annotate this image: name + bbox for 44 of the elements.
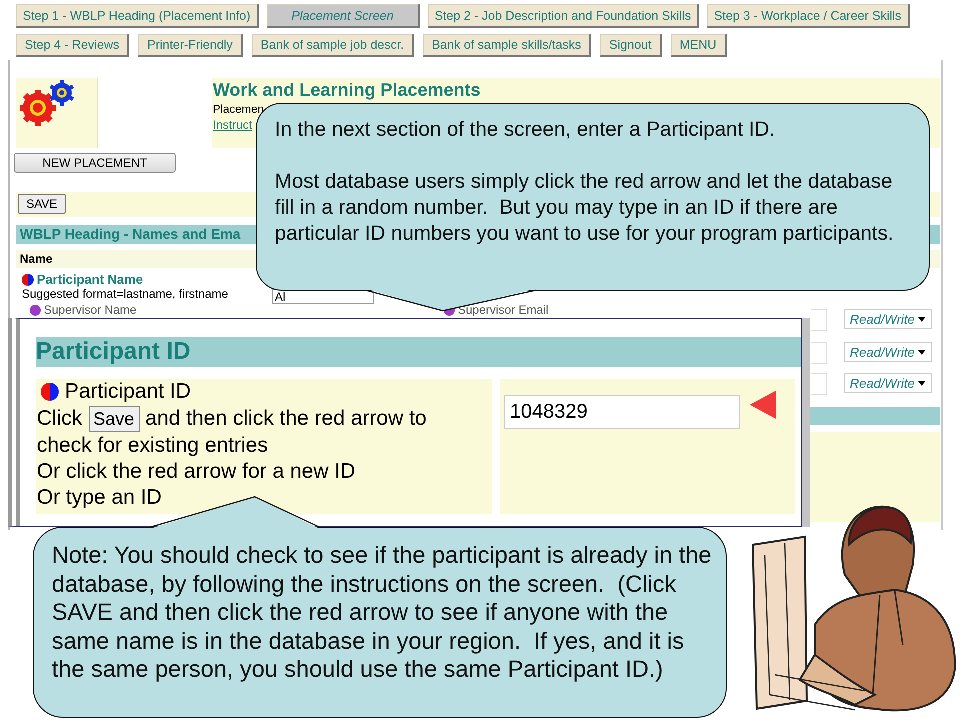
page-title: Work and Learning Placements bbox=[213, 80, 482, 101]
instruction-text: check for existing entries bbox=[37, 433, 270, 459]
nav-tab[interactable]: Step 4 - Reviews bbox=[16, 34, 130, 57]
caret-icon bbox=[918, 380, 926, 386]
nav-tab[interactable]: Bank of sample skills/tasks bbox=[423, 34, 592, 57]
access-dropdown[interactable]: Read/Write bbox=[844, 342, 932, 362]
caret-icon bbox=[918, 316, 926, 322]
caret-icon bbox=[918, 350, 926, 354]
dot-icon bbox=[41, 383, 59, 401]
field-label: Supervisor Email bbox=[458, 303, 549, 317]
triangle-arrow-icon bbox=[750, 391, 776, 419]
column-heading: Name bbox=[20, 252, 53, 266]
instruction-text: Or click the red arrow for a new ID bbox=[37, 459, 357, 485]
new-placement-button[interactable]: NEW PLACEMENT bbox=[14, 153, 176, 173]
section-heading: Participant ID bbox=[36, 337, 801, 367]
nav-tab[interactable]: Step 3 - Workplace / Career Skills bbox=[707, 4, 910, 28]
text-field[interactable] bbox=[811, 373, 827, 395]
field-label: Participant ID bbox=[65, 379, 192, 405]
text-field[interactable] bbox=[811, 309, 827, 331]
field-label: Supervisor Name bbox=[44, 303, 137, 317]
access-dropdown[interactable]: Read/Write bbox=[844, 309, 932, 329]
instructions-link[interactable]: Instruct bbox=[213, 118, 252, 132]
id-input[interactable]: 1048329 bbox=[504, 395, 740, 429]
callout-text: In the next section of the screen, enter a Participant ID. bbox=[275, 117, 776, 143]
field-label: Participant Name bbox=[37, 272, 144, 287]
instruction-text: Click bbox=[37, 406, 82, 432]
placement-label: Placemen bbox=[213, 104, 266, 116]
save-button[interactable]: Save bbox=[88, 406, 140, 432]
nav-tab[interactable]: MENU bbox=[670, 34, 727, 57]
nav-tab[interactable]: Printer-Friendly bbox=[138, 34, 243, 57]
save-button[interactable]: SAVE bbox=[18, 194, 66, 214]
nav-tab[interactable]: Bank of sample job descr. bbox=[252, 34, 414, 57]
access-dropdown[interactable]: Read/Write bbox=[844, 373, 932, 393]
dot-icon bbox=[22, 274, 34, 286]
callout-text: Note: You should check to see if the participant is already in the database, by following the instructions on the screen. (Click SAVE and then click the red arrow to see if anyone with the same name is in the database in your region. If yes, and it is the same person, you should use the same Participant ID.) bbox=[52, 541, 712, 684]
dot-icon bbox=[30, 304, 41, 316]
instruction-text: Or type an ID bbox=[37, 485, 163, 511]
nav-tab[interactable]: Signout bbox=[600, 34, 662, 57]
nav-tab[interactable]: Placement Screen bbox=[266, 4, 420, 28]
instruction-text: and then click the red arrow to bbox=[146, 406, 427, 432]
nav-tab[interactable]: Step 1 - WBLP Heading (Placement Info) bbox=[16, 4, 259, 28]
text-field[interactable] bbox=[811, 342, 827, 364]
nav-tab[interactable]: Step 2 - Job Description and Foundation Skills bbox=[428, 4, 700, 28]
field-hint: Suggested format=lastname, firstname bbox=[22, 287, 230, 301]
